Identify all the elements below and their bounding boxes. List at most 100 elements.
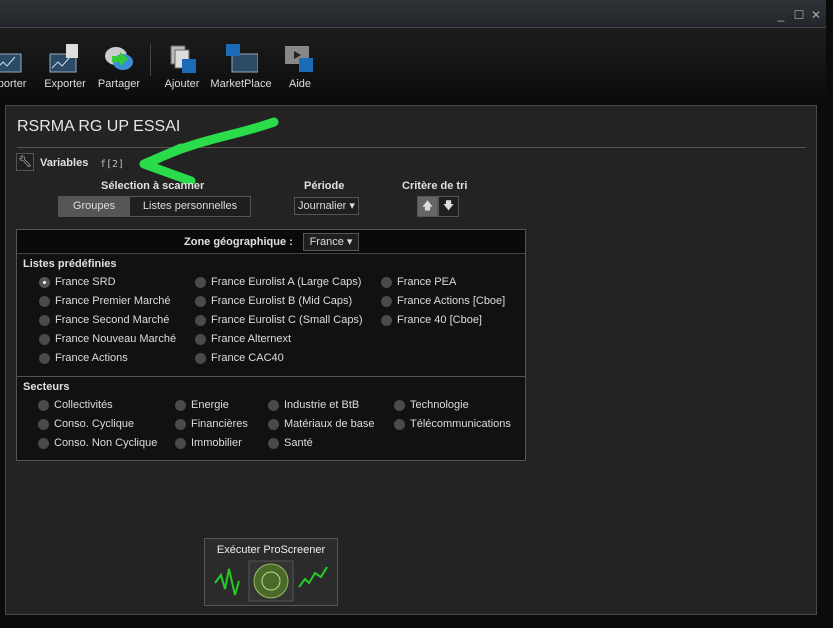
radio-button-icon — [381, 295, 392, 307]
chevron-down-icon: ▾ — [349, 200, 355, 212]
radio-label: France 40 [Cboe] — [397, 314, 482, 326]
radio-button-icon — [195, 333, 206, 345]
divider — [17, 376, 525, 377]
radio-label: Santé — [284, 437, 313, 449]
radio-sant-[interactable]: Santé — [268, 437, 313, 449]
import-icon — [0, 42, 23, 76]
radio-label: France Eurolist B (Mid Caps) — [211, 295, 353, 307]
radio-label: Télécommunications — [410, 418, 511, 430]
chevron-down-icon: ▾ — [346, 236, 353, 248]
arrow-down-icon: 🡇 — [442, 200, 455, 212]
export-button[interactable]: Exporter — [40, 42, 90, 90]
share-button[interactable]: Partager — [95, 42, 143, 90]
radio-button-icon — [175, 418, 186, 430]
period-dropdown[interactable]: Journalier ▾ — [294, 197, 359, 215]
radio-t-l-communications[interactable]: Télécommunications — [394, 418, 511, 430]
help-icon — [283, 42, 317, 76]
radio-label: France Premier Marché — [55, 295, 171, 307]
tab-listes-personnelles[interactable]: Listes personnelles — [129, 196, 251, 217]
radio-financi-res[interactable]: Financières — [175, 418, 248, 430]
radio-label: Energie — [191, 399, 229, 411]
radio-france-srd[interactable]: France SRD — [39, 276, 116, 288]
radio-button-icon — [394, 399, 405, 411]
radio-label: Matériaux de base — [284, 418, 375, 430]
marketplace-button[interactable]: MarketPlace — [210, 42, 272, 90]
radio-button-icon — [39, 314, 50, 326]
radio-label: Immobilier — [191, 437, 242, 449]
radio-collectivit-s[interactable]: Collectivités — [38, 399, 113, 411]
minimize-button[interactable]: _ — [774, 8, 788, 22]
add-icon — [165, 42, 199, 76]
sectors-title: Secteurs — [23, 381, 70, 393]
radio-label: Conso. Non Cyclique — [54, 437, 158, 449]
radio-france-actions[interactable]: France Actions — [39, 352, 128, 364]
radio-france-40-cboe-[interactable]: France 40 [Cboe] — [381, 314, 482, 326]
add-button[interactable]: Ajouter — [160, 42, 204, 90]
radio-label: France PEA — [397, 276, 457, 288]
radio-france-second-march-[interactable]: France Second Marché — [39, 314, 169, 326]
radio-label: France Second Marché — [55, 314, 170, 326]
predefined-title: Listes prédéfinies — [23, 258, 117, 270]
sort-label: Critère de tri — [402, 180, 468, 192]
import-button[interactable]: Importer — [0, 42, 34, 90]
radio-france-pea[interactable]: France PEA — [381, 276, 456, 288]
radio-label: France CAC40 — [211, 352, 284, 364]
radio-france-eurolist-b-mid-caps-[interactable]: France Eurolist B (Mid Caps) — [195, 295, 352, 307]
zone-label: Zone géographique : — [184, 236, 293, 248]
radio-label: Conso. Cyclique — [54, 418, 135, 430]
arrow-up-icon: 🡅 — [421, 200, 434, 212]
radio-button-icon — [268, 418, 279, 430]
radio-label: Financières — [191, 418, 248, 430]
help-button[interactable]: Aide — [282, 42, 318, 90]
title-bar: _ ☐ ✕ — [0, 0, 826, 28]
radio-label: France Nouveau Marché — [55, 333, 177, 345]
sort-up-button[interactable]: 🡅 — [417, 196, 438, 217]
radar-icon — [214, 560, 328, 602]
selection-box: Zone géographique : France ▾ Listes préd… — [16, 229, 526, 461]
radio-label: France Alternext — [211, 333, 292, 345]
radio-button-icon — [268, 399, 279, 411]
radio-conso-non-cyclique[interactable]: Conso. Non Cyclique — [38, 437, 157, 449]
tab-groupes[interactable]: Groupes — [58, 196, 130, 217]
toolbar: Importer Exporter Partager Ajouter Marke… — [0, 28, 826, 100]
wrench-icon: 🔧︎ — [18, 156, 32, 168]
radio-button-icon — [394, 418, 405, 430]
sort-down-button[interactable]: 🡇 — [438, 196, 459, 217]
execute-proscreener-button[interactable]: Exécuter ProScreener — [204, 538, 338, 606]
radio-label: France SRD — [55, 276, 116, 288]
toolbar-separator — [150, 44, 151, 76]
maximize-button[interactable]: ☐ — [792, 8, 806, 22]
radio-energie[interactable]: Energie — [175, 399, 229, 411]
radio-button-icon — [38, 437, 49, 449]
variables-wrench-button[interactable]: 🔧︎ — [16, 153, 34, 171]
radio-france-cac40[interactable]: France CAC40 — [195, 352, 284, 364]
radio-mat-riaux-de-base[interactable]: Matériaux de base — [268, 418, 375, 430]
export-icon — [48, 42, 82, 76]
radio-technologie[interactable]: Technologie — [394, 399, 469, 411]
radio-france-actions-cboe-[interactable]: France Actions [Cboe] — [381, 295, 505, 307]
execute-label: Exécuter ProScreener — [216, 544, 326, 556]
selection-label: Sélection à scanner — [101, 180, 205, 192]
radio-france-premier-march-[interactable]: France Premier Marché — [39, 295, 171, 307]
radio-industrie-et-btb[interactable]: Industrie et BtB — [268, 399, 359, 411]
radio-label: Technologie — [410, 399, 469, 411]
radio-label: Industrie et BtB — [284, 399, 360, 411]
radio-france-eurolist-a-large-caps-[interactable]: France Eurolist A (Large Caps) — [195, 276, 361, 288]
radio-france-nouveau-march-[interactable]: France Nouveau Marché — [39, 333, 176, 345]
zone-dropdown[interactable]: France ▾ — [303, 233, 359, 251]
radio-button-icon — [381, 314, 392, 326]
close-button[interactable]: ✕ — [809, 8, 823, 22]
radio-immobilier[interactable]: Immobilier — [175, 437, 242, 449]
period-label: Période — [304, 180, 345, 192]
radio-france-alternext[interactable]: France Alternext — [195, 333, 291, 345]
radio-button-icon — [38, 418, 49, 430]
annotation-arrow — [139, 117, 279, 184]
radio-button-icon — [39, 276, 50, 288]
share-icon — [102, 42, 136, 76]
radio-button-icon — [39, 352, 50, 364]
radio-button-icon — [39, 333, 50, 345]
radio-france-eurolist-c-small-caps-[interactable]: France Eurolist C (Small Caps) — [195, 314, 363, 326]
radio-label: France Actions [Cboe] — [397, 295, 506, 307]
radio-button-icon — [268, 437, 279, 449]
radio-conso-cyclique[interactable]: Conso. Cyclique — [38, 418, 134, 430]
